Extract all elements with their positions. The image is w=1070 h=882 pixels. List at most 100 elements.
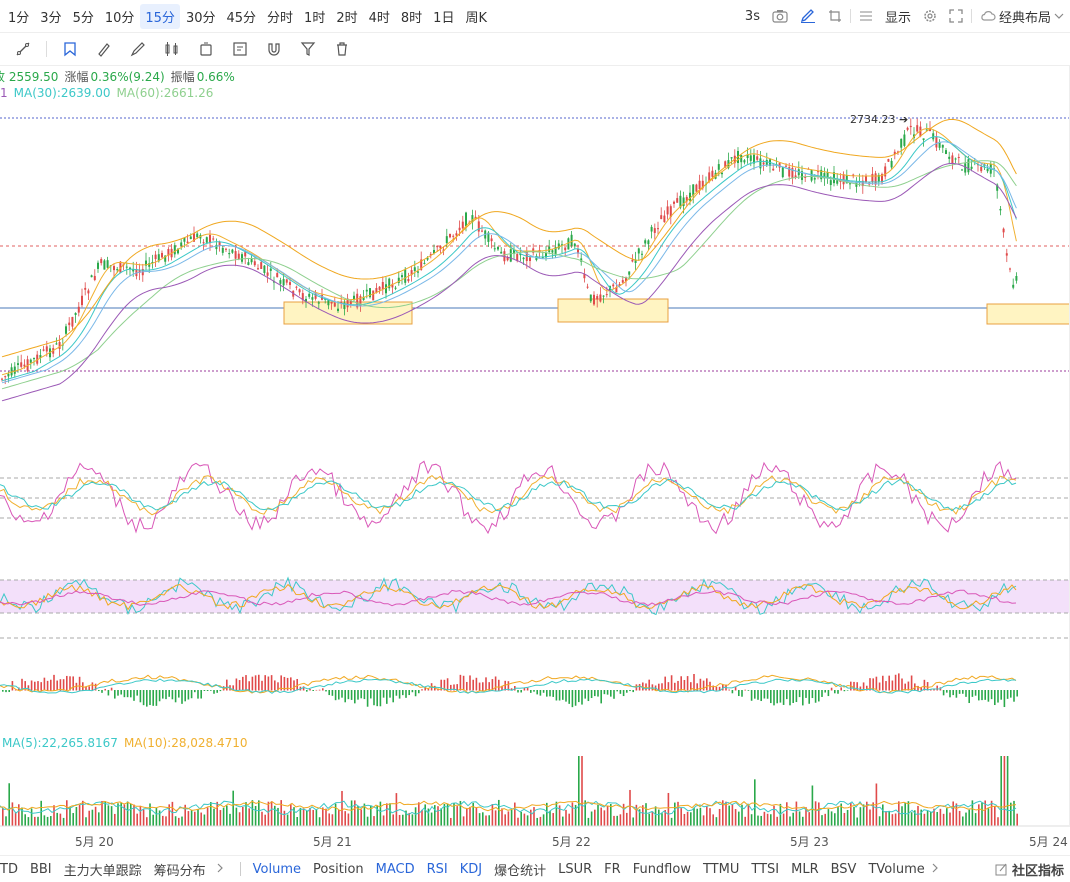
candle-body	[333, 302, 336, 307]
candle-body	[439, 245, 442, 249]
macd-bar	[674, 682, 676, 691]
indicator-tab[interactable]: FR	[604, 862, 621, 877]
macd-bar	[610, 690, 612, 697]
macd-bar	[155, 690, 158, 706]
macd-bar	[248, 681, 250, 691]
macd-bar	[478, 682, 481, 691]
volume-bar	[187, 811, 190, 826]
candle-body	[663, 215, 666, 223]
candle-body	[103, 260, 106, 270]
macd-bar	[946, 690, 948, 693]
macd-bar	[194, 690, 196, 693]
candle-body	[887, 159, 890, 162]
volume-bar	[994, 806, 996, 826]
candle-body	[77, 306, 80, 313]
volume-bar	[606, 805, 609, 826]
volume-bar	[677, 801, 679, 826]
volume-bar	[114, 813, 116, 826]
indicator-tab[interactable]: TTSI	[751, 862, 779, 877]
volume-bar	[334, 803, 337, 826]
macd-bar	[798, 690, 801, 698]
volume-bar	[782, 813, 785, 826]
volume-bar	[360, 809, 362, 826]
candle-body	[551, 250, 554, 253]
candle-body	[298, 289, 301, 293]
volume-bar	[344, 811, 346, 826]
indicator-tab[interactable]: MACD	[376, 862, 415, 877]
volume-bar	[821, 815, 823, 826]
volume-bar	[731, 804, 734, 826]
candle-body	[1, 378, 3, 380]
indicator-tab[interactable]: Volume	[253, 862, 301, 877]
bollinger-upper	[1, 118, 1017, 358]
candle-body	[970, 166, 973, 169]
macd-bar	[526, 687, 529, 691]
candle-body	[90, 275, 93, 278]
chevron-right-icon[interactable]	[931, 862, 939, 877]
date-label: 5月 24	[1029, 835, 1068, 849]
indicator-tab[interactable]: LSUR	[558, 862, 592, 877]
indicator-tab[interactable]: RSI	[427, 862, 448, 877]
indicator-tab[interactable]: TTMU	[703, 862, 739, 877]
macd-bar	[251, 676, 254, 691]
volume-bar	[910, 812, 913, 826]
indicator-tab[interactable]: 主力大单跟踪	[64, 860, 142, 879]
indicator-tab[interactable]: BSV	[831, 862, 857, 877]
chevron-right-icon[interactable]	[216, 862, 224, 877]
volume-bar	[456, 806, 458, 826]
indicator-tab[interactable]: Fundflow	[633, 862, 691, 877]
indicator-tab[interactable]: 筹码分布	[154, 860, 206, 879]
volume-bar	[654, 806, 657, 826]
candle-body	[7, 373, 10, 377]
indicator-tab[interactable]: BBI	[30, 862, 52, 877]
macd-bar	[978, 690, 980, 701]
volume-bar	[597, 804, 599, 826]
highlight-box[interactable]	[557, 298, 669, 323]
candle-body	[13, 366, 16, 374]
volume-bar	[85, 817, 87, 826]
community-indicators-button[interactable]: 社区指标	[995, 860, 1064, 879]
volume-bar	[197, 809, 199, 826]
indicator-tab[interactable]: KDJ	[460, 862, 482, 877]
candle-body	[215, 244, 218, 250]
volume-bar	[763, 811, 766, 826]
indicator-tab[interactable]: Position	[313, 862, 364, 877]
volume-bar	[270, 801, 273, 826]
macd-bar	[802, 690, 804, 706]
community-label: 社区指标	[1011, 863, 1064, 879]
macd-bar	[462, 675, 465, 691]
macd-bar	[706, 678, 708, 691]
volume-bar	[485, 815, 487, 826]
macd-bar	[104, 688, 106, 691]
candle-body	[237, 253, 240, 260]
volume-bar	[488, 815, 490, 826]
volume-bar	[658, 809, 660, 826]
candle-body	[529, 257, 531, 262]
macd-bar	[408, 690, 410, 696]
highlight-box[interactable]	[986, 303, 1070, 325]
macd-bar	[734, 687, 737, 691]
date-label: 5月 22	[552, 835, 591, 849]
volume-ma5: MA(5):22,265.8167	[2, 736, 118, 750]
indicator-tab[interactable]: MLR	[791, 862, 819, 877]
candle-body	[650, 226, 653, 232]
indicator-tab[interactable]: TVolume	[868, 862, 924, 877]
volume-bar	[386, 803, 388, 826]
volume-bar	[1006, 756, 1009, 826]
indicator-tab[interactable]: 爆仓统计	[494, 860, 546, 879]
volume-bar	[146, 817, 148, 826]
candle-body	[813, 178, 816, 180]
volume-bar	[53, 805, 55, 826]
candle-body	[900, 138, 903, 148]
candle-body	[509, 249, 512, 262]
volume-bar	[974, 813, 977, 826]
macd-bar	[619, 690, 622, 694]
volume-bar	[747, 804, 750, 826]
candle-body	[849, 183, 851, 185]
candle-body	[113, 266, 115, 271]
macd-bar	[2, 690, 4, 692]
macd-bar	[562, 690, 564, 700]
indicator-tab[interactable]: TD	[0, 862, 18, 877]
macd-bar	[117, 690, 119, 696]
volume-bar	[149, 803, 151, 826]
